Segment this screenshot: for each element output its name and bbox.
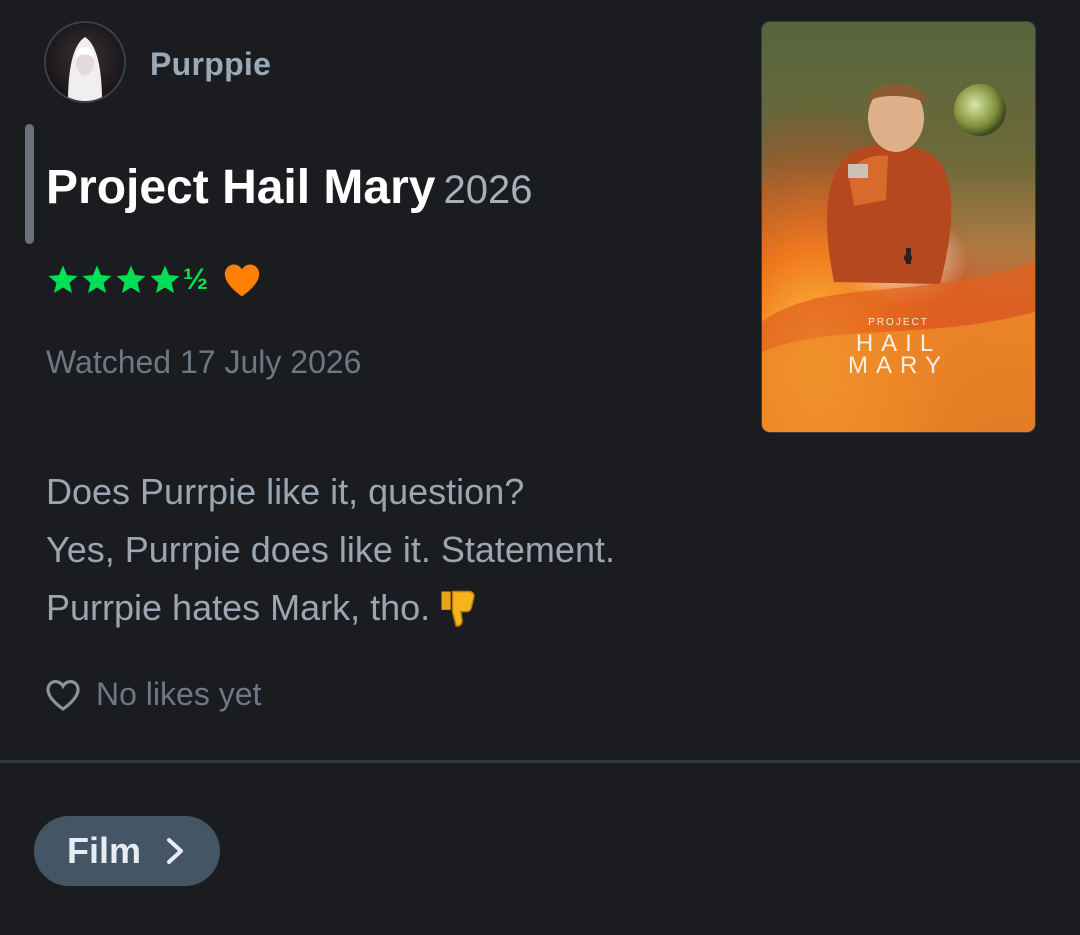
user-avatar[interactable] bbox=[46, 23, 124, 101]
film-button[interactable]: Film bbox=[34, 816, 220, 886]
review-text: Does Purrpie like it, question? Yes, Pur… bbox=[46, 463, 615, 637]
review-line: Does Purrpie like it, question? bbox=[46, 471, 525, 512]
film-year[interactable]: 2026 bbox=[443, 168, 532, 212]
star-icon bbox=[48, 265, 78, 294]
film-title-row: Project Hail Mary 2026 bbox=[46, 160, 532, 215]
poster-label-project: PROJECT bbox=[868, 317, 929, 328]
rating-row: ½ bbox=[46, 258, 262, 302]
liked-heart-icon bbox=[224, 264, 260, 297]
thumbs-down-icon bbox=[441, 590, 475, 627]
watched-date: Watched 17 July 2026 bbox=[46, 344, 362, 380]
star-icon bbox=[116, 265, 146, 294]
film-poster[interactable]: PROJECT HAIL MARY bbox=[762, 22, 1035, 432]
film-button-label: Film bbox=[66, 830, 141, 871]
poster-label-mary: MARY bbox=[848, 352, 949, 379]
avatar-image bbox=[46, 23, 124, 101]
likes-count-text: No likes yet bbox=[96, 676, 262, 712]
review-line: Purrpie hates Mark, tho. bbox=[46, 587, 431, 628]
section-divider bbox=[0, 760, 1080, 763]
film-title[interactable]: Project Hail Mary bbox=[46, 161, 435, 214]
chevron-right-icon bbox=[167, 838, 183, 864]
scroll-indicator bbox=[25, 124, 34, 244]
heart-outline-icon[interactable] bbox=[44, 677, 82, 713]
username[interactable]: Purppie bbox=[150, 46, 271, 83]
review-line-last: Purrpie hates Mark, tho. bbox=[46, 579, 615, 637]
review-line: Yes, Purrpie does like it. Statement. bbox=[46, 529, 615, 570]
half-star: ½ bbox=[183, 263, 209, 296]
star-icon bbox=[150, 265, 180, 294]
likes-row[interactable]: No likes yet bbox=[44, 676, 261, 713]
star-icon bbox=[82, 265, 112, 294]
